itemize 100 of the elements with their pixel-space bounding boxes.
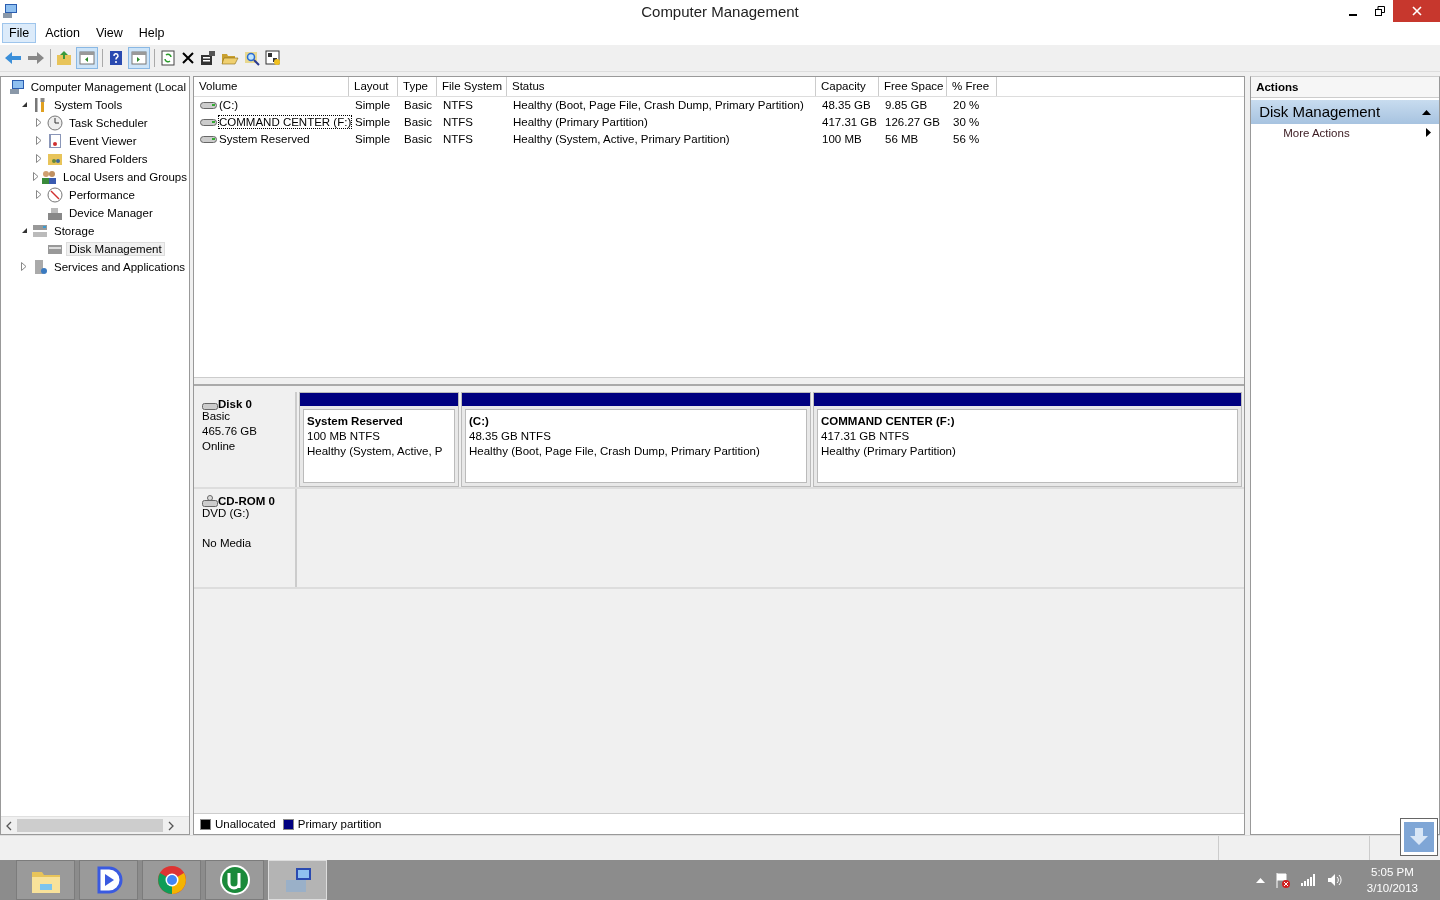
tree-item[interactable]: Computer Management (Local	[27, 79, 189, 94]
table-cell: Healthy (Primary Partition)	[513, 116, 648, 129]
collapsed-arrow-icon[interactable]	[21, 262, 27, 272]
computer-icon	[8, 78, 25, 95]
taskbar-button[interactable]	[142, 860, 201, 900]
table-cell: Healthy (Boot, Page File, Crash Dump, Primary Partition)	[513, 99, 804, 112]
refresh-icon[interactable]	[160, 49, 176, 66]
table-cell: System Reserved	[219, 133, 310, 146]
signal-icon[interactable]	[1300, 874, 1317, 886]
drive-icon	[200, 134, 217, 144]
close-icon	[1411, 6, 1422, 16]
partition-block[interactable]: COMMAND CENTER (F:) 417.31 GB NTFS Healthy (Primary Partition)	[813, 391, 1243, 487]
book-icon	[47, 132, 63, 149]
tree-item[interactable]: System Tools	[51, 97, 126, 112]
table-cell: COMMAND CENTER (F:)	[219, 116, 352, 129]
table-cell: Simple	[355, 133, 391, 146]
collapsed-arrow-icon[interactable]	[36, 190, 42, 200]
partition-block[interactable]: System Reserved 100 MB NTFS Healthy (System, Active, P	[299, 391, 459, 487]
tree-item[interactable]: Disk Management	[66, 241, 165, 256]
column-header[interactable]: Status	[507, 76, 816, 96]
disk-info: DVD (G:)	[202, 506, 250, 519]
legend-label: Primary partition	[297, 818, 382, 831]
collapsed-arrow-icon[interactable]	[36, 154, 42, 164]
settings-icon[interactable]	[265, 49, 281, 66]
tree-item[interactable]: Services and Applications	[51, 259, 189, 274]
action-link[interactable]: More Actions	[1283, 126, 1350, 139]
tree-item[interactable]: Task Scheduler	[66, 115, 151, 130]
column-header[interactable]: Capacity	[816, 76, 879, 96]
collapsed-arrow-icon[interactable]	[36, 118, 42, 128]
partition-size: 417.31 GB NTFS	[821, 428, 911, 444]
server-icon	[32, 258, 48, 275]
help-icon[interactable]	[108, 49, 124, 66]
storage-icon	[32, 222, 48, 239]
tree-item[interactable]: Performance	[66, 187, 138, 202]
show-hidden-icons-icon[interactable]	[1255, 877, 1265, 883]
collapsed-arrow-icon[interactable]	[36, 136, 42, 146]
legend-label: Unallocated	[215, 818, 276, 831]
column-header[interactable]: Free Space	[879, 76, 947, 96]
table-cell: 30 %	[953, 116, 980, 129]
table-cell: NTFS	[443, 133, 474, 146]
menu-item[interactable]: Help	[131, 23, 172, 44]
menu-item[interactable]: Action	[38, 23, 87, 44]
clock-icon	[47, 114, 63, 131]
tree-item[interactable]: Local Users and Groups	[60, 169, 189, 184]
search-icon[interactable]	[244, 49, 260, 66]
drive-icon	[202, 494, 218, 507]
taskbar-button[interactable]	[205, 860, 264, 900]
drive-icon	[200, 100, 217, 110]
panel-icon[interactable]	[77, 47, 97, 68]
table-cell: Basic	[404, 133, 433, 146]
collapse-arrow-icon[interactable]	[1422, 108, 1431, 115]
tree-item[interactable]: Storage	[51, 223, 98, 238]
disk-info: Basic	[202, 409, 231, 422]
back-arrow-icon[interactable]	[4, 49, 22, 66]
menu-item[interactable]: View	[88, 23, 130, 44]
column-header[interactable]: Layout	[349, 76, 398, 96]
delete-icon[interactable]	[181, 50, 195, 65]
drive-icon	[200, 117, 217, 127]
disk-info: No Media	[202, 536, 252, 549]
folder-up-icon[interactable]	[56, 49, 72, 66]
column-header[interactable]: % Free	[947, 76, 997, 96]
panel-icon[interactable]	[129, 47, 149, 68]
disk-info: 465.76 GB	[202, 424, 257, 437]
table-cell: Simple	[355, 116, 391, 129]
table-cell: 417.31 GB	[822, 116, 877, 129]
forward-arrow-icon[interactable]	[27, 49, 45, 66]
partition-block[interactable]: (C:) 48.35 GB NTFS Healthy (Boot, Page File, Crash Dump, Primary Partition)	[461, 391, 811, 487]
table-cell: Basic	[404, 116, 433, 129]
actions-header: Actions	[1251, 76, 1439, 98]
properties-icon[interactable]	[200, 49, 216, 66]
column-header[interactable]: Type	[398, 76, 437, 96]
clock-time: 5:05 PM	[1371, 865, 1414, 880]
partition-name: (C:)	[469, 413, 490, 429]
tree-item[interactable]: Shared Folders	[66, 151, 151, 166]
partition-status: Healthy (Primary Partition)	[821, 443, 957, 459]
taskbar-button[interactable]	[79, 860, 138, 900]
table-cell: NTFS	[443, 99, 474, 112]
expanded-arrow-icon[interactable]	[20, 227, 28, 235]
actions-section-header[interactable]: Disk Management	[1251, 99, 1439, 124]
table-cell: 48.35 GB	[822, 99, 871, 112]
taskbar-button[interactable]	[16, 860, 75, 900]
window-title: Computer Management	[640, 2, 800, 20]
splitter-bar[interactable]	[194, 376, 1245, 386]
partition-size: 100 MB NTFS	[307, 428, 381, 444]
column-header[interactable]: File System	[437, 76, 507, 96]
table-cell: (C:)	[219, 99, 239, 112]
disk-name: Disk 0	[218, 397, 252, 410]
tree-item[interactable]: Device Manager	[66, 205, 156, 220]
horizontal-scrollbar[interactable]	[1, 816, 189, 835]
restore-icon	[1374, 6, 1385, 16]
tree-item[interactable]: Event Viewer	[66, 133, 140, 148]
disk-info: Online	[202, 439, 236, 452]
collapsed-arrow-icon[interactable]	[33, 172, 39, 182]
down-arrow-button[interactable]	[1400, 818, 1438, 856]
menu-item[interactable]: File	[2, 23, 37, 44]
expanded-arrow-icon[interactable]	[20, 101, 28, 109]
column-header[interactable]: Volume	[194, 76, 349, 96]
flag-icon[interactable]	[1274, 872, 1291, 888]
partition-name: System Reserved	[307, 413, 404, 429]
speaker-icon[interactable]	[1326, 873, 1343, 887]
